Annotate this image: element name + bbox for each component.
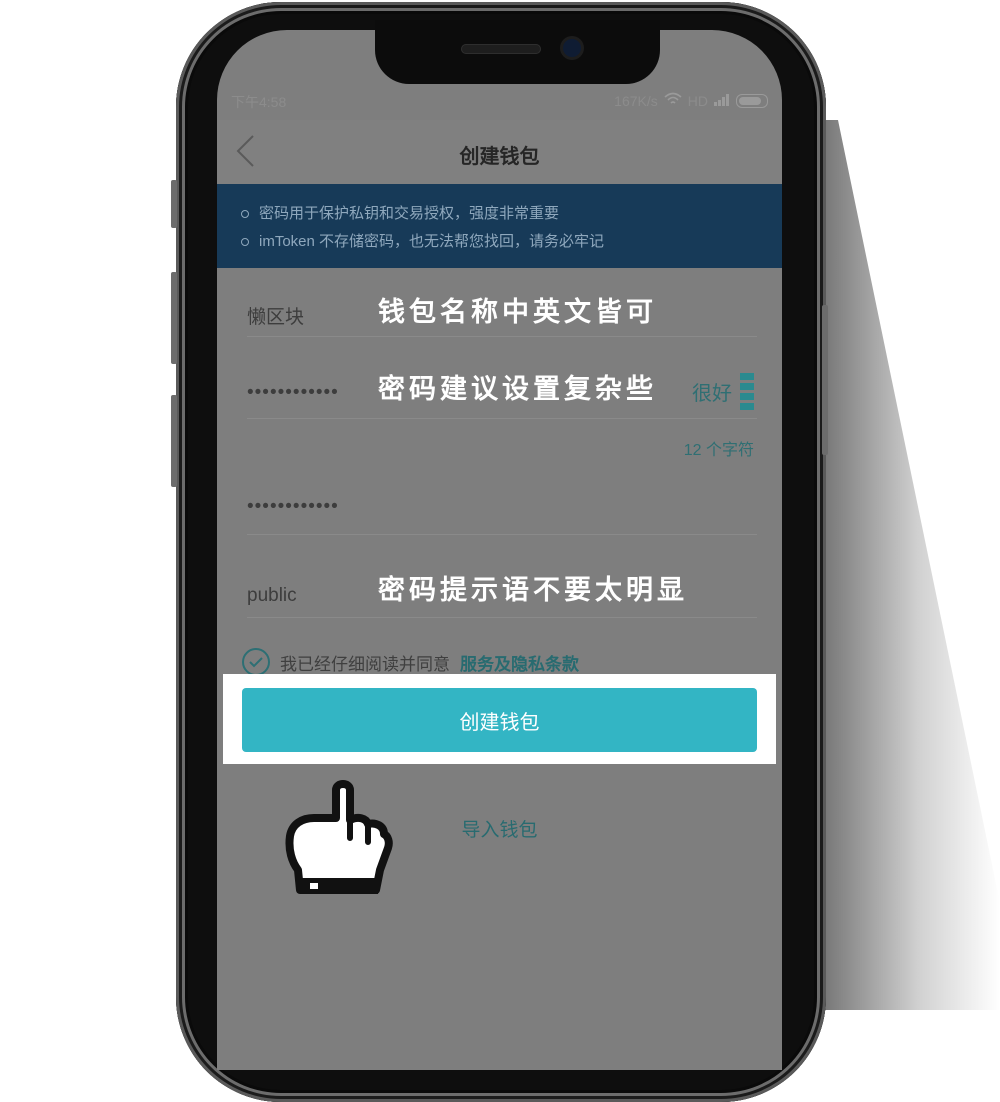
hint-tip-label: 密码提示语不要太明显	[378, 575, 688, 606]
confirm-password-value: ••••••••••••	[247, 496, 339, 517]
speaker-grille	[461, 44, 541, 54]
bullet-icon	[241, 238, 249, 247]
page-title: 创建钱包	[459, 144, 540, 168]
phone-notch	[375, 20, 660, 84]
status-right: 167K/s HD	[614, 92, 768, 109]
password-hint-value: public	[247, 585, 297, 606]
password-notice: 密码用于保护私钥和交易授权，强度非常重要 imToken 不存储密码，也无法帮您…	[217, 184, 782, 268]
agreement-text: 我已经仔细阅读并同意	[280, 654, 450, 675]
power-button	[822, 305, 828, 455]
wifi-icon	[664, 92, 682, 109]
phone-shadow	[820, 120, 1000, 1010]
front-camera	[563, 39, 581, 57]
confirm-password-field[interactable]: ••••••••••••	[247, 470, 757, 535]
volume-up-button	[171, 272, 177, 364]
volume-down-button	[171, 395, 177, 487]
check-circle-icon[interactable]	[242, 648, 270, 676]
strength-bars-icon	[740, 373, 754, 410]
notice-line-2: imToken 不存储密码，也无法帮您找回，请务必牢记	[241, 230, 604, 251]
password-tip-label: 密码建议设置复杂些	[378, 374, 657, 405]
password-strength: 很好	[692, 373, 754, 410]
wallet-name-value: 懒区块	[247, 307, 305, 328]
mute-switch	[171, 180, 177, 228]
password-value: ••••••••••••	[247, 382, 339, 403]
terms-link[interactable]: 服务及隐私条款	[460, 650, 579, 675]
network-type: HD	[687, 92, 708, 109]
phone-screen: 下午4:58 167K/s HD 创建钱包 密码用于保护私钥和交易授权，强度非常…	[217, 30, 782, 1070]
pointing-hand-icon	[284, 778, 396, 904]
agreement-row[interactable]: 我已经仔细阅读并同意 服务及隐私条款	[242, 648, 579, 676]
bullet-icon	[241, 210, 249, 219]
status-bar: 下午4:58 167K/s HD	[217, 92, 782, 118]
network-speed: 167K/s	[614, 92, 658, 109]
status-time: 下午4:58	[231, 94, 287, 110]
notice-line-1: 密码用于保护私钥和交易授权，强度非常重要	[241, 202, 559, 223]
battery-icon	[736, 93, 768, 108]
signal-icon	[714, 93, 730, 109]
strength-label: 很好	[692, 381, 732, 405]
char-count: 12 个字符	[683, 442, 754, 459]
name-tip-label: 钱包名称中英文皆可	[378, 297, 657, 328]
create-wallet-button[interactable]: 创建钱包	[242, 688, 757, 752]
nav-bar: 创建钱包	[217, 120, 782, 184]
